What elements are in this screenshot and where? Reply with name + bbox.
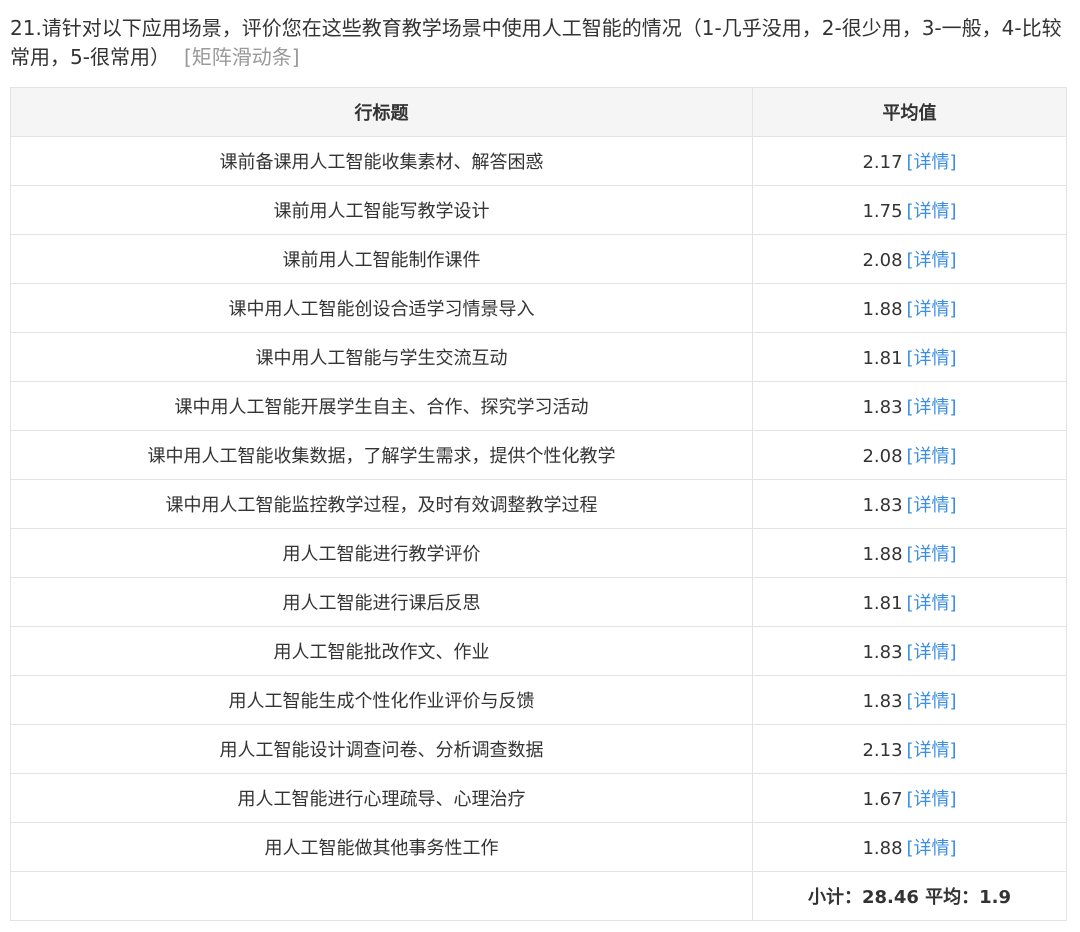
row-label: 课中用人工智能开展学生自主、合作、探究学习活动 [10,381,753,431]
detail-link[interactable]: [详情] [907,250,957,271]
table-row: 用人工智能进行心理疏导、心理治疗 1.67 [详情] [10,773,1067,823]
row-average-cell: 1.88 [详情] [752,283,1067,333]
row-label: 课前用人工智能写教学设计 [10,185,753,235]
row-average-cell: 1.81 [详情] [752,577,1067,627]
question-type-tag: [矩阵滑动条] [183,45,300,69]
row-average-value: 1.88 [862,838,903,859]
table-header-row: 行标题 平均值 [10,87,1067,137]
table-row: 课中用人工智能开展学生自主、合作、探究学习活动 1.83 [详情] [10,381,1067,431]
table-row: 用人工智能进行教学评价 1.88 [详情] [10,528,1067,578]
table-row: 用人工智能做其他事务性工作 1.88 [详情] [10,822,1067,872]
detail-link[interactable]: [详情] [907,691,957,712]
row-label: 用人工智能生成个性化作业评价与反馈 [10,675,753,725]
row-label: 用人工智能进行教学评价 [10,528,753,578]
table-row: 课前用人工智能写教学设计 1.75 [详情] [10,185,1067,235]
detail-link[interactable]: [详情] [907,838,957,859]
row-label: 课中用人工智能收集数据，了解学生需求，提供个性化教学 [10,430,753,480]
row-average-cell: 1.75 [详情] [752,185,1067,235]
row-label: 用人工智能设计调查问卷、分析调查数据 [10,724,753,774]
table-row: 用人工智能设计调查问卷、分析调查数据 2.13 [详情] [10,724,1067,774]
detail-link[interactable]: [详情] [907,446,957,467]
detail-link[interactable]: [详情] [907,642,957,663]
row-average-value: 1.83 [862,397,903,418]
row-average-cell: 2.13 [详情] [752,724,1067,774]
row-label: 用人工智能做其他事务性工作 [10,822,753,872]
detail-link[interactable]: [详情] [907,789,957,810]
table-row: 课中用人工智能收集数据，了解学生需求，提供个性化教学 2.08 [详情] [10,430,1067,480]
row-label: 用人工智能进行课后反思 [10,577,753,627]
row-average-value: 1.75 [862,201,903,222]
row-label: 课中用人工智能与学生交流互动 [10,332,753,382]
row-average-cell: 1.83 [详情] [752,479,1067,529]
row-average-cell: 1.83 [详情] [752,626,1067,676]
detail-link[interactable]: [详情] [907,495,957,516]
row-average-value: 2.08 [862,446,903,467]
table-row: 用人工智能进行课后反思 1.81 [详情] [10,577,1067,627]
row-average-value: 1.83 [862,642,903,663]
detail-link[interactable]: [详情] [907,152,957,173]
row-average-cell: 2.08 [详情] [752,430,1067,480]
row-label: 用人工智能进行心理疏导、心理治疗 [10,773,753,823]
table-row: 课前用人工智能制作课件 2.08 [详情] [10,234,1067,284]
row-average-cell: 1.83 [详情] [752,675,1067,725]
row-average-value: 2.08 [862,250,903,271]
row-average-cell: 1.81 [详情] [752,332,1067,382]
summary-cell: 小计：28.46 平均：1.9 [752,871,1067,921]
detail-link[interactable]: [详情] [907,299,957,320]
row-label: 课中用人工智能监控教学过程，及时有效调整教学过程 [10,479,753,529]
row-average-cell: 1.88 [详情] [752,822,1067,872]
table-row: 用人工智能批改作文、作业 1.83 [详情] [10,626,1067,676]
row-average-value: 1.88 [862,299,903,320]
row-label: 课中用人工智能创设合适学习情景导入 [10,283,753,333]
results-table: 行标题 平均值 课前备课用人工智能收集素材、解答困惑 2.17 [详情] 课前用人工智… [10,87,1067,921]
summary-empty-cell [10,871,753,921]
row-average-value: 1.81 [862,593,903,614]
row-average-cell: 1.83 [详情] [752,381,1067,431]
row-average-value: 1.83 [862,691,903,712]
row-average-cell: 1.67 [详情] [752,773,1067,823]
detail-link[interactable]: [详情] [907,544,957,565]
row-average-value: 2.13 [862,740,903,761]
row-average-cell: 2.08 [详情] [752,234,1067,284]
question-title: 21.请针对以下应用场景，评价您在这些教育教学场景中使用人工智能的情况（1-几乎… [10,14,1070,72]
row-average-cell: 2.17 [详情] [752,136,1067,186]
row-average-value: 1.67 [862,789,903,810]
detail-link[interactable]: [详情] [907,740,957,761]
question-text: 21.请针对以下应用场景，评价您在这些教育教学场景中使用人工智能的情况（1-几乎… [10,16,1062,69]
header-row-title: 行标题 [10,87,753,137]
row-average-value: 2.17 [862,152,903,173]
table-row: 用人工智能生成个性化作业评价与反馈 1.83 [详情] [10,675,1067,725]
detail-link[interactable]: [详情] [907,348,957,369]
summary-row: 小计：28.46 平均：1.9 [10,871,1067,921]
row-average-value: 1.83 [862,495,903,516]
row-average-value: 1.81 [862,348,903,369]
row-label: 用人工智能批改作文、作业 [10,626,753,676]
detail-link[interactable]: [详情] [907,201,957,222]
table-row: 课中用人工智能创设合适学习情景导入 1.88 [详情] [10,283,1067,333]
row-label: 课前用人工智能制作课件 [10,234,753,284]
row-average-cell: 1.88 [详情] [752,528,1067,578]
header-average: 平均值 [752,87,1067,137]
detail-link[interactable]: [详情] [907,593,957,614]
table-row: 课中用人工智能监控教学过程，及时有效调整教学过程 1.83 [详情] [10,479,1067,529]
table-row: 课前备课用人工智能收集素材、解答困惑 2.17 [详情] [10,136,1067,186]
row-average-value: 1.88 [862,544,903,565]
table-body: 课前备课用人工智能收集素材、解答困惑 2.17 [详情] 课前用人工智能写教学设计 1.… [10,136,1067,872]
row-label: 课前备课用人工智能收集素材、解答困惑 [10,136,753,186]
detail-link[interactable]: [详情] [907,397,957,418]
table-row: 课中用人工智能与学生交流互动 1.81 [详情] [10,332,1067,382]
